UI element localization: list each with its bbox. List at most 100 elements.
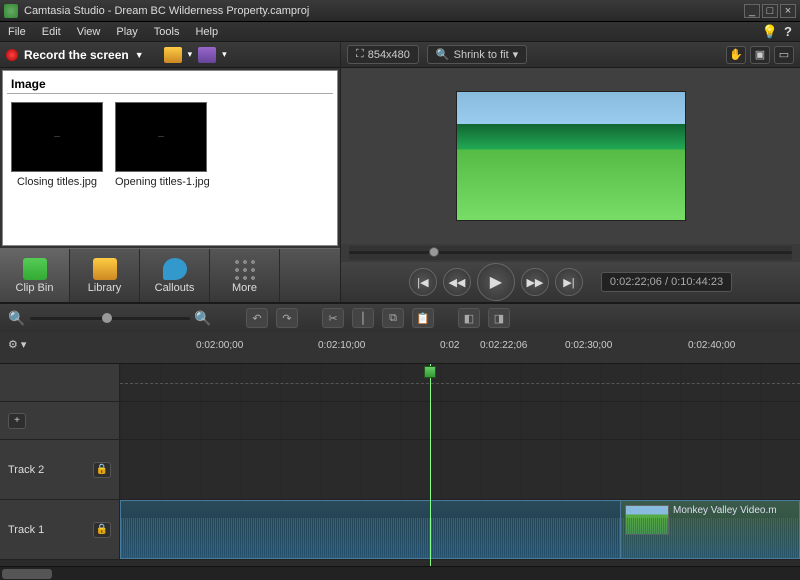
- preview-scrubber[interactable]: [349, 246, 792, 260]
- lock-button[interactable]: 🔒: [93, 522, 111, 538]
- copy-button[interactable]: ⧉: [382, 308, 404, 328]
- add-track-button[interactable]: +: [8, 413, 26, 429]
- chevron-down-icon: ▾: [513, 48, 519, 61]
- prev-button[interactable]: |◀: [409, 268, 437, 296]
- zoom-in-button[interactable]: 🔍: [194, 310, 212, 326]
- track-content[interactable]: [120, 440, 800, 499]
- redo-button[interactable]: ↷: [276, 308, 298, 328]
- playhead-handle[interactable]: [424, 366, 436, 378]
- next-button[interactable]: ▶|: [555, 268, 583, 296]
- menu-view[interactable]: View: [77, 26, 101, 38]
- timecode-display: 0:02:22;06 / 0:10:44:23: [601, 272, 732, 292]
- marker-button[interactable]: ◧: [458, 308, 480, 328]
- track-content[interactable]: Monkey Valley Video.m: [120, 500, 800, 559]
- ruler-label: 0:02:40;00: [688, 340, 735, 351]
- lock-button[interactable]: 🔒: [93, 462, 111, 478]
- playback-controls: |◀ ◀◀ ▶ ▶▶ ▶| 0:02:22;06 / 0:10:44:23: [341, 262, 800, 302]
- minimize-button[interactable]: _: [744, 4, 760, 18]
- left-panel: Record the screen ▼ ▾ ▾ Image ··· Closin…: [0, 42, 340, 302]
- import-media-button[interactable]: [198, 47, 216, 63]
- timeline: 🔍 🔍 ↶ ↷ ✂ ⎮ ⧉ 📋 ◧ ◨ ⚙ ▾ 0:02:00;00 0:02:1…: [0, 302, 800, 580]
- menu-help[interactable]: Help: [195, 26, 218, 38]
- zoom-handle[interactable]: [102, 313, 112, 323]
- scrollbar-thumb[interactable]: [2, 569, 52, 579]
- help-icon[interactable]: ?: [784, 24, 792, 40]
- track-name: Track 2: [8, 464, 44, 476]
- clip-bin: Image ··· Closing titles.jpg ··· Opening…: [2, 70, 338, 246]
- clip-label: Closing titles.jpg: [11, 176, 103, 188]
- clip-thumbnail: ···: [11, 102, 103, 172]
- detach-button[interactable]: ▭: [774, 46, 794, 64]
- panel-tabs: Clip Bin Library Callouts More: [0, 248, 340, 302]
- play-button[interactable]: ▶: [477, 263, 515, 301]
- import-folder-button[interactable]: [164, 47, 182, 63]
- timeline-toolbar: 🔍 🔍 ↶ ↷ ✂ ⎮ ⧉ 📋 ◧ ◨: [0, 304, 800, 332]
- playhead[interactable]: [430, 364, 431, 566]
- menubar: File Edit View Play Tools Help 💡 ?: [0, 22, 800, 42]
- timeline-options-button[interactable]: ⚙ ▾: [8, 338, 32, 358]
- ruler-label: 0:02:10;00: [318, 340, 365, 351]
- preview-frame: [456, 91, 686, 221]
- dimensions-button[interactable]: ⛶ 854x480: [347, 45, 419, 64]
- track-spacer: [0, 364, 800, 402]
- track-row: Track 2 🔒: [0, 440, 800, 500]
- rewind-button[interactable]: ◀◀: [443, 268, 471, 296]
- zoom-button[interactable]: 🔍 Shrink to fit ▾: [427, 45, 527, 64]
- cut-button[interactable]: ✂: [322, 308, 344, 328]
- clip-item[interactable]: ··· Opening titles-1.jpg: [115, 102, 210, 188]
- menu-file[interactable]: File: [8, 26, 26, 38]
- tab-callouts[interactable]: Callouts: [140, 249, 210, 302]
- track-name: Track 1: [8, 524, 44, 536]
- import-dropdown-icon[interactable]: ▾: [188, 49, 193, 60]
- record-dropdown-icon[interactable]: ▼: [135, 50, 144, 60]
- titlebar: Camtasia Studio - Dream BC Wilderness Pr…: [0, 0, 800, 22]
- media-dropdown-icon[interactable]: ▾: [222, 49, 227, 60]
- window-title: Camtasia Studio - Dream BC Wilderness Pr…: [24, 5, 742, 17]
- paste-button[interactable]: 📋: [412, 308, 434, 328]
- timeline-ruler[interactable]: ⚙ ▾ 0:02:00;00 0:02:10;00 0:02 0:02:30;00 0:…: [0, 332, 800, 364]
- track-row: Track 1 🔒 Monkey Valley Video.m: [0, 500, 800, 560]
- playhead-time: 0:02:22;06: [480, 340, 527, 351]
- split-button[interactable]: ⎮: [352, 308, 374, 328]
- tips-icon[interactable]: 💡: [762, 24, 778, 40]
- preview-canvas[interactable]: [341, 68, 800, 244]
- maximize-button[interactable]: □: [762, 4, 778, 18]
- scrubber-handle[interactable]: [429, 247, 439, 257]
- record-button[interactable]: Record the screen: [24, 48, 129, 62]
- tab-more[interactable]: More: [210, 249, 280, 302]
- menu-edit[interactable]: Edit: [42, 26, 61, 38]
- pan-button[interactable]: ✋: [726, 46, 746, 64]
- preview-toolbar: ⛶ 854x480 🔍 Shrink to fit ▾ ✋ ▣ ▭: [341, 42, 800, 68]
- timeline-body: + Track 2 🔒 Track 1 🔒 Monkey Va: [0, 364, 800, 566]
- search-icon: 🔍: [436, 48, 450, 61]
- ruler-label: 0:02:00;00: [196, 340, 243, 351]
- timeline-scrollbar[interactable]: [0, 566, 800, 580]
- callouts-icon: [163, 258, 187, 280]
- preview-panel: ⛶ 854x480 🔍 Shrink to fit ▾ ✋ ▣ ▭ |◀ ◀◀: [340, 42, 800, 302]
- close-button[interactable]: ×: [780, 4, 796, 18]
- library-icon: [93, 258, 117, 280]
- menu-play[interactable]: Play: [116, 26, 137, 38]
- marker2-button[interactable]: ◨: [488, 308, 510, 328]
- more-icon: [233, 258, 257, 280]
- tab-library[interactable]: Library: [70, 249, 140, 302]
- undo-button[interactable]: ↶: [246, 308, 268, 328]
- zoom-slider[interactable]: [30, 317, 190, 320]
- timeline-clip[interactable]: Monkey Valley Video.m: [620, 500, 800, 559]
- clip-item[interactable]: ··· Closing titles.jpg: [11, 102, 103, 188]
- tab-clip-bin[interactable]: Clip Bin: [0, 249, 70, 302]
- zoom-out-button[interactable]: 🔍: [8, 310, 26, 326]
- forward-button[interactable]: ▶▶: [521, 268, 549, 296]
- ruler-label: 0:02: [440, 340, 459, 351]
- menu-tools[interactable]: Tools: [154, 26, 180, 38]
- track-add: +: [0, 402, 800, 440]
- record-icon: [6, 49, 18, 61]
- resize-icon: ⛶: [356, 48, 364, 61]
- clip-label: Opening titles-1.jpg: [115, 176, 210, 188]
- clip-thumbnail: ···: [115, 102, 207, 172]
- waveform: [621, 518, 799, 558]
- clip-bin-icon: [23, 258, 47, 280]
- fullscreen-button[interactable]: ▣: [750, 46, 770, 64]
- bin-header: Image: [7, 75, 333, 94]
- ruler-label: 0:02:30;00: [565, 340, 612, 351]
